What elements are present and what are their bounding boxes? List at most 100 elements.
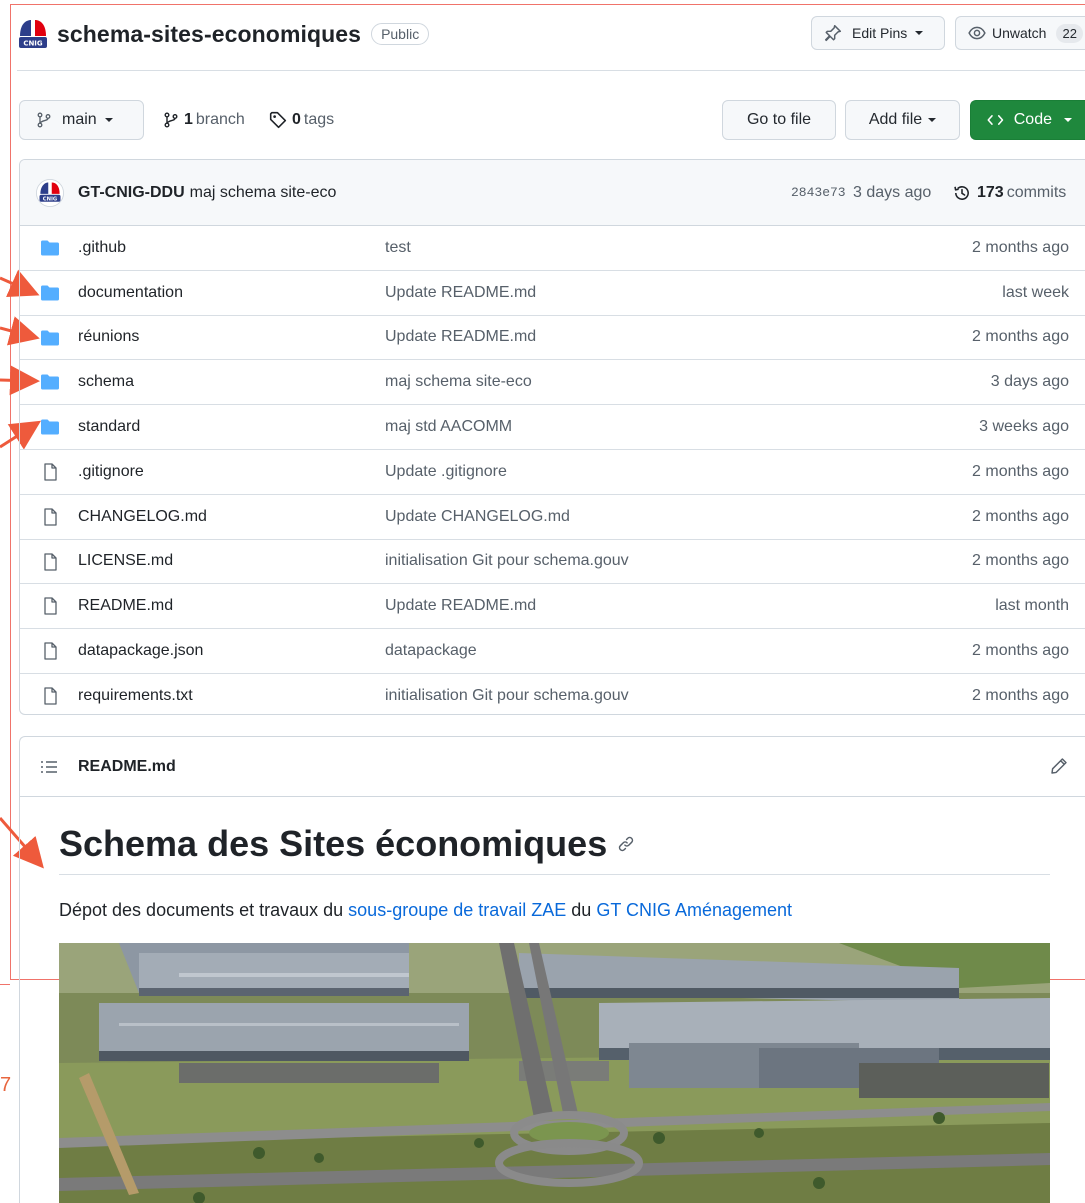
chevron-down-icon <box>104 118 113 122</box>
file-commit-message-link[interactable]: initialisation Git pour schema.gouv <box>385 687 629 705</box>
readme-filename[interactable]: README.md <box>78 758 176 776</box>
file-row: réunions Update README.md 2 months ago <box>20 316 1085 361</box>
readme-title: Schema des Sites économiques <box>59 823 635 865</box>
file-commit-time: last month <box>995 597 1069 615</box>
tags-link[interactable]: 0 tags <box>269 100 334 140</box>
file-row: .github test 2 months ago <box>20 226 1085 271</box>
file-row: documentation Update README.md last week <box>20 271 1085 316</box>
file-commit-time: 3 weeks ago <box>979 418 1069 436</box>
file-commit-message-link[interactable]: test <box>385 239 411 257</box>
git-branch-icon <box>164 112 178 128</box>
file-commit-time: 2 months ago <box>972 642 1069 660</box>
readme-description: Dépot des documents et travaux du sous-g… <box>59 900 792 921</box>
file-commit-message-link[interactable]: Update README.md <box>385 284 536 302</box>
file-commit-message-link[interactable]: datapackage <box>385 642 477 660</box>
chevron-down-icon <box>915 31 924 35</box>
folder-icon <box>41 240 59 256</box>
readme-title-text: Schema des Sites économiques <box>59 823 608 864</box>
file-row: .gitignore Update .gitignore 2 months ago <box>20 450 1085 495</box>
file-commit-message-link[interactable]: Update .gitignore <box>385 463 507 481</box>
code-button[interactable]: Code <box>970 100 1085 140</box>
chevron-down-icon <box>1064 118 1072 122</box>
commit-sha-link[interactable]: 2843e73 <box>791 185 846 200</box>
commit-author: GT-CNIG-DDU <box>78 183 185 201</box>
file-name-link[interactable]: LICENSE.md <box>78 552 173 570</box>
file-commit-time: last week <box>1002 283 1069 301</box>
svg-text:CNIG: CNIG <box>23 40 43 48</box>
commit-count-word: commits <box>1006 183 1067 201</box>
folder-icon <box>41 285 59 301</box>
branch-toolbar: main 1 branch 0 tags Go to file Add file… <box>19 100 1085 140</box>
branch-name: main <box>62 111 97 128</box>
watch-count-badge: 22 <box>1056 23 1083 43</box>
unwatch-button[interactable]: Unwatch 22 <box>955 16 1085 50</box>
cnig-logo-icon: CNIG <box>17 18 49 50</box>
pin-icon <box>824 24 842 42</box>
unwatch-label: Unwatch <box>992 25 1047 41</box>
file-row: LICENSE.md initialisation Git pour schema… <box>20 540 1085 585</box>
tag-count: 0 <box>292 111 301 128</box>
add-file-label: Add file <box>868 111 923 128</box>
file-name-link[interactable]: README.md <box>78 597 173 615</box>
chevron-down-icon <box>928 118 937 122</box>
commits-history-link[interactable]: 173 commits <box>953 184 1066 202</box>
edit-pins-label: Edit Pins <box>852 25 908 41</box>
annotation-number: 7 <box>0 1074 12 1096</box>
file-row: schema maj schema site-eco 3 days ago <box>20 360 1085 406</box>
repo-name-link[interactable]: schema-sites-economiques <box>57 21 361 48</box>
link-gt-cnig-amenagement[interactable]: GT CNIG Aménagement <box>596 900 792 920</box>
file-icon <box>44 552 57 571</box>
file-commit-message-link[interactable]: Update README.md <box>385 597 536 615</box>
file-commit-message-link[interactable]: Update CHANGELOG.md <box>385 508 570 526</box>
commit-count: 173 <box>977 183 1004 201</box>
header-divider <box>17 70 1085 71</box>
file-name-link[interactable]: schema <box>78 373 134 391</box>
file-commit-message-link[interactable]: maj std AACOMM <box>385 418 512 436</box>
file-name-link[interactable]: standard <box>78 418 140 436</box>
commit-author-link[interactable]: GT-CNIG-DDU maj schema site-eco <box>78 184 336 202</box>
file-name-link[interactable]: réunions <box>78 328 139 346</box>
file-row: CHANGELOG.md Update CHANGELOG.md 2 months … <box>20 495 1085 540</box>
file-name-link[interactable]: CHANGELOG.md <box>78 508 207 526</box>
file-commit-time: 2 months ago <box>972 328 1069 346</box>
link-icon[interactable] <box>617 835 635 853</box>
avatar[interactable]: CNIG <box>36 179 64 207</box>
file-commit-message-link[interactable]: maj schema site-eco <box>385 373 532 391</box>
branch-select-button[interactable]: main <box>19 100 144 140</box>
file-commit-time: 2 months ago <box>972 462 1069 480</box>
branch-word: branch <box>195 111 245 128</box>
commit-message-link[interactable]: maj schema site-eco <box>190 184 337 201</box>
svg-text:CNIG: CNIG <box>43 196 58 202</box>
file-commit-time: 3 days ago <box>990 373 1069 391</box>
visibility-badge: Public <box>371 23 430 45</box>
branches-link[interactable]: 1 branch <box>163 100 245 140</box>
go-to-file-button[interactable]: Go to file <box>722 100 836 140</box>
git-branch-icon <box>37 112 51 128</box>
readme-desc-text: Dépot des documents et travaux du <box>59 900 349 920</box>
file-commit-time: 2 months ago <box>972 238 1069 256</box>
file-name-link[interactable]: datapackage.json <box>78 642 203 660</box>
file-icon <box>44 508 57 526</box>
folder-icon <box>41 374 59 390</box>
file-row: standard maj std AACOMM 3 weeks ago <box>20 405 1085 450</box>
add-file-button[interactable]: Add file <box>845 100 960 140</box>
folder-icon <box>41 419 59 435</box>
file-commit-message-link[interactable]: initialisation Git pour schema.gouv <box>385 552 629 570</box>
list-unordered-icon[interactable] <box>40 759 58 775</box>
edit-pins-button[interactable]: Edit Pins <box>811 16 945 50</box>
file-commit-message-link[interactable]: Update README.md <box>385 328 536 346</box>
file-commit-time: 2 months ago <box>972 687 1069 705</box>
commit-time: 3 days ago <box>853 183 932 201</box>
file-name-link[interactable]: .github <box>78 239 126 257</box>
file-name-link[interactable]: .gitignore <box>78 463 144 481</box>
file-browser: CNIG GT-CNIG-DDU maj schema site-eco 2843… <box>19 159 1085 715</box>
file-name-link[interactable]: documentation <box>78 284 183 302</box>
file-name-link[interactable]: requirements.txt <box>78 687 193 705</box>
file-list: .github test 2 months ago documentation Upda… <box>20 226 1085 714</box>
repo-header: CNIG schema-sites-economiques Public Edi… <box>17 14 1085 54</box>
eye-icon <box>968 26 986 40</box>
history-icon <box>954 185 969 200</box>
file-row: requirements.txt initialisation Git pour … <box>20 674 1085 714</box>
pencil-icon[interactable] <box>1050 757 1068 775</box>
link-sous-groupe-zae[interactable]: sous-groupe de travail ZAE <box>348 900 566 920</box>
